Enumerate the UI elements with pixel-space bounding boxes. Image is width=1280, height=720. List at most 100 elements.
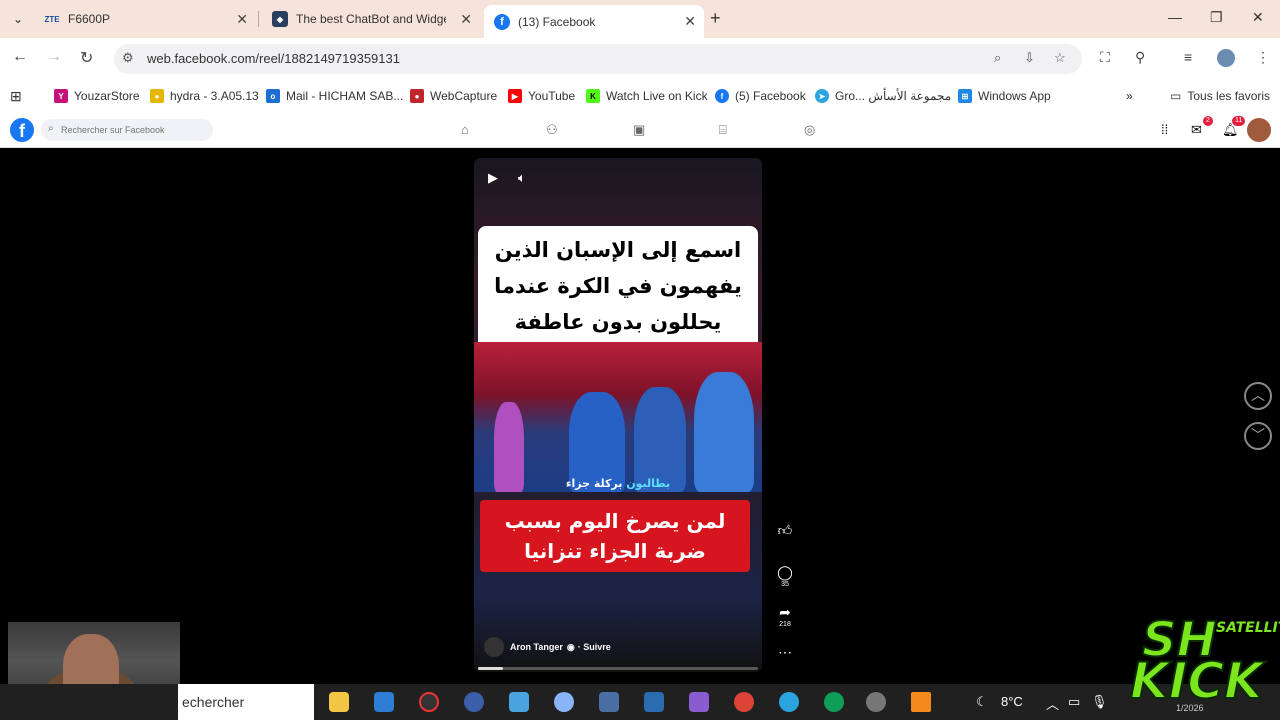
- tab-strip: ⌄ ZTE F6600P ✕ ◆ The best ChatBot and Wi…: [0, 0, 1280, 38]
- install-icon[interactable]: ⇩: [1024, 50, 1035, 66]
- tab-search-button[interactable]: ⌄: [6, 8, 30, 30]
- play-icon[interactable]: ▶: [488, 170, 498, 186]
- restore-icon[interactable]: ❐: [1210, 9, 1223, 26]
- gaming-icon[interactable]: ◎: [804, 122, 815, 138]
- settings-icon[interactable]: [866, 692, 886, 712]
- reel-video[interactable]: ▶ 🔈︎ اسمع إلى الإسبان الذين يفهمون في ال…: [474, 158, 762, 672]
- close-tab-icon[interactable]: ✕: [460, 11, 472, 28]
- reel-progress-bar[interactable]: [478, 667, 758, 670]
- url-text[interactable]: web.facebook.com/reel/1882149719359131: [147, 51, 400, 66]
- home-icon[interactable]: ⌂: [461, 122, 469, 137]
- menu-grid-icon[interactable]: ⁞⁞: [1161, 122, 1168, 137]
- reel-author[interactable]: Aron Tanger ◉ · Suivre: [484, 637, 611, 657]
- chrome-icon[interactable]: [734, 692, 754, 712]
- share-button[interactable]: ➦ 218: [774, 604, 796, 628]
- minimize-icon[interactable]: —: [1168, 9, 1182, 25]
- address-bar[interactable]: ⚙ web.facebook.com/reel/1882149719359131…: [114, 44, 1082, 74]
- author-avatar[interactable]: [484, 637, 504, 657]
- screenshot-extension-icon[interactable]: ⛶: [1100, 49, 1110, 66]
- app-icon[interactable]: [509, 692, 529, 712]
- tab-label: (13) Facebook: [518, 14, 596, 29]
- media-control-icon[interactable]: ≡: [1184, 49, 1192, 65]
- friends-icon[interactable]: ⚇: [546, 122, 558, 138]
- extensions-icon[interactable]: ⚲: [1135, 49, 1145, 66]
- bookmark-mail[interactable]: o Mail - HICHAM SAB...: [266, 86, 403, 106]
- store-icon[interactable]: [374, 692, 394, 712]
- site-info-icon[interactable]: ⚙: [122, 50, 134, 66]
- apps-icon[interactable]: ⊞: [10, 86, 22, 106]
- close-tab-icon[interactable]: ✕: [684, 13, 696, 30]
- author-name[interactable]: Aron Tanger: [510, 642, 563, 652]
- bookmark-kick[interactable]: K Watch Live on Kick: [586, 86, 708, 106]
- zoom-icon[interactable]: ⌕: [994, 50, 1001, 66]
- reload-icon[interactable]: ↻: [80, 48, 93, 68]
- more-options-button[interactable]: ⋯: [774, 644, 796, 661]
- tab-label: F6600P: [68, 12, 111, 26]
- messenger-icon[interactable]: ✉: [1191, 122, 1202, 138]
- taskbar-search[interactable]: echercher: [178, 684, 314, 720]
- bookmark-youzarstore[interactable]: Y YouzarStore: [54, 86, 140, 106]
- video-icon[interactable]: ▣: [633, 122, 645, 138]
- telegram-icon: ➤: [815, 89, 829, 103]
- bookmark-label: Mail - HICHAM SAB...: [286, 89, 404, 103]
- microphone-icon[interactable]: 🎙︎: [1091, 694, 1108, 710]
- file-explorer-icon[interactable]: [329, 692, 349, 712]
- chrome-icon[interactable]: [824, 692, 844, 712]
- more-icon: ⋯: [778, 644, 792, 660]
- app-icon[interactable]: [464, 692, 484, 712]
- app-icon[interactable]: [554, 692, 574, 712]
- more-bookmarks-icon[interactable]: »: [1126, 86, 1133, 106]
- progress-fill: [478, 667, 504, 670]
- marketplace-icon[interactable]: ⌸: [719, 122, 727, 138]
- tray-expand-icon[interactable]: ︿: [1046, 694, 1059, 713]
- calculator-icon[interactable]: [599, 692, 619, 712]
- all-bookmarks[interactable]: ▭ Tous les favoris: [1170, 86, 1270, 106]
- tab-facebook-active[interactable]: f (13) Facebook ✕: [484, 5, 704, 38]
- bookmark-facebook[interactable]: f (5) Facebook: [715, 86, 806, 106]
- taskbar-date: 1/2026: [1176, 703, 1204, 713]
- facebook-profile-avatar[interactable]: [1247, 118, 1271, 142]
- bookmark-telegram-group[interactable]: ➤ Gro... مجموعة الأسأش: [815, 86, 951, 106]
- follow-button[interactable]: · Suivre: [578, 642, 611, 652]
- subtitle-highlight: بطالبون: [626, 477, 671, 490]
- player-figure: [694, 372, 754, 492]
- bookmark-windows-app[interactable]: ⊞ Windows App: [958, 86, 1051, 106]
- bookmark-webcapture[interactable]: ● WebCapture: [410, 86, 497, 106]
- facebook-logo-icon[interactable]: f: [10, 118, 34, 142]
- previous-reel-button[interactable]: ︿: [1244, 382, 1272, 410]
- facebook-header: f ⌕ ⌂ ⚇ ▣ ⌸ ◎ ⁞⁞ ✉ 2 🔔︎ 11: [0, 112, 1280, 148]
- app-icon[interactable]: [689, 692, 709, 712]
- facebook-icon: f: [494, 13, 510, 30]
- app-icon[interactable]: [644, 692, 664, 712]
- youtube-icon: ▶: [508, 89, 522, 103]
- bookmark-hydra[interactable]: ● hydra - 3.A05.13: [150, 86, 259, 106]
- close-window-icon[interactable]: ✕: [1252, 9, 1264, 26]
- vlc-icon[interactable]: [911, 692, 931, 712]
- back-icon[interactable]: ←: [12, 48, 28, 66]
- telegram-icon[interactable]: [779, 692, 799, 712]
- tab-chatbot[interactable]: ◆ The best ChatBot and Widgets ✕: [262, 5, 480, 33]
- menu-icon[interactable]: ⋮: [1256, 49, 1270, 66]
- like-button[interactable]: 👍︎: [774, 522, 796, 539]
- volume-icon[interactable]: 🔈︎: [518, 170, 526, 186]
- facebook-search-input[interactable]: [61, 122, 206, 138]
- temperature[interactable]: 8°C: [1001, 694, 1023, 709]
- network-icon[interactable]: ▭: [1068, 694, 1080, 710]
- bookmarks-bar: ⊞ Y YouzarStore ● hydra - 3.A05.13 o Mai…: [0, 80, 1280, 112]
- facebook-search[interactable]: ⌕: [41, 119, 213, 141]
- comment-button[interactable]: ◯ 35: [774, 564, 796, 588]
- bookmark-label: Watch Live on Kick: [606, 89, 708, 103]
- bookmark-youtube[interactable]: ▶ YouTube: [508, 86, 575, 106]
- tab-f6600p[interactable]: ZTE F6600P ✕: [34, 5, 256, 33]
- notification-badge: 11: [1232, 116, 1246, 126]
- profile-avatar[interactable]: [1217, 49, 1235, 67]
- subtitle-rest: بركلة جزاء: [565, 477, 627, 490]
- forward-icon[interactable]: →: [46, 48, 62, 66]
- next-reel-button[interactable]: ﹀: [1244, 422, 1272, 450]
- obs-icon[interactable]: [419, 692, 439, 712]
- logo-satellite-text: SATELLITE: [1216, 620, 1280, 636]
- bookmark-star-icon[interactable]: ☆: [1054, 50, 1066, 66]
- close-tab-icon[interactable]: ✕: [236, 11, 248, 28]
- bookmark-label: Windows App: [978, 89, 1051, 103]
- new-tab-icon[interactable]: +: [710, 8, 721, 29]
